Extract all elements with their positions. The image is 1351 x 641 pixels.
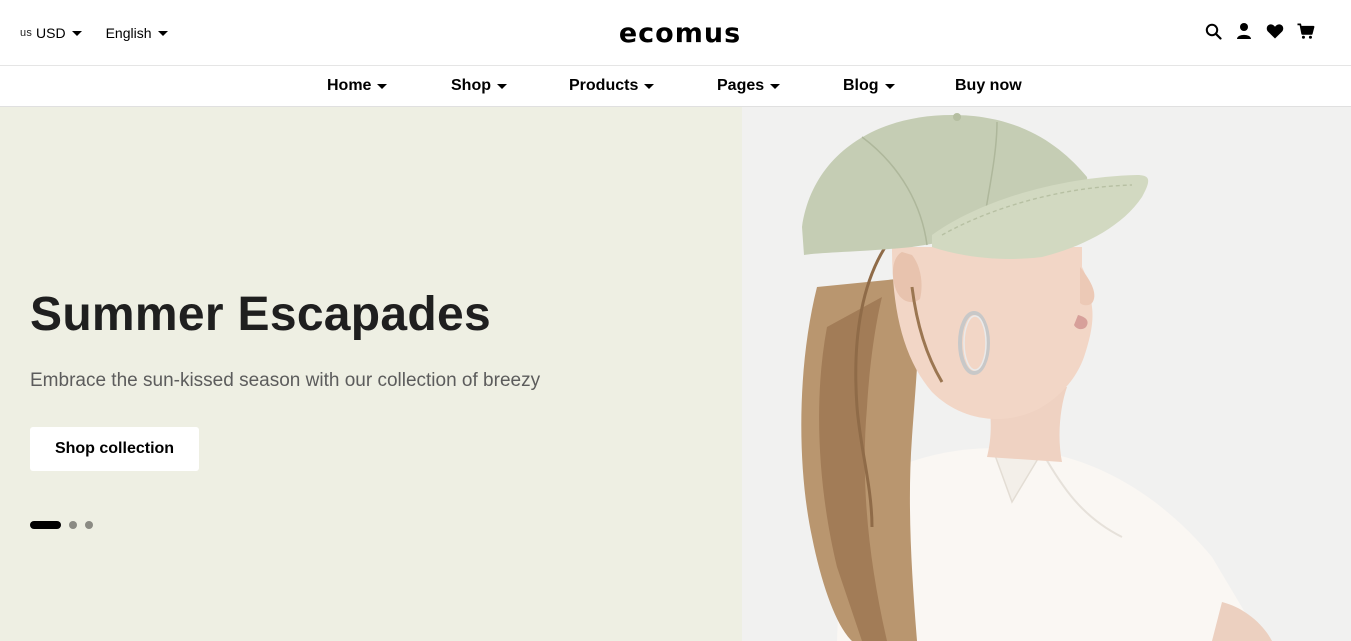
- nav-item-products[interactable]: Products: [569, 66, 655, 106]
- nav-item-shop[interactable]: Shop: [451, 66, 507, 106]
- nav-item-label: Products: [569, 77, 639, 94]
- language-selector[interactable]: English: [106, 25, 168, 41]
- nav-item-label: Pages: [717, 77, 765, 94]
- header-icons: [1204, 22, 1315, 40]
- hero-title: Summer Escapades: [30, 288, 492, 341]
- currency-label: USD: [36, 25, 66, 41]
- slider-dot-1[interactable]: [30, 521, 61, 529]
- language-label: English: [105, 25, 152, 41]
- shop-collection-button[interactable]: Shop collection: [30, 427, 199, 471]
- caret-down-icon: [377, 83, 388, 89]
- currency-flag: us: [20, 27, 33, 39]
- caret-down-icon: [884, 83, 895, 89]
- model-in-cap-illustration: [742, 107, 1351, 641]
- nav-item-buy-now[interactable]: Buy now: [955, 66, 1022, 106]
- caret-down-icon: [497, 83, 507, 89]
- caret-down-icon: [71, 30, 82, 36]
- hero-image: [742, 107, 1351, 641]
- caret-down-icon: [770, 83, 781, 89]
- logo[interactable]: ecomus: [580, 16, 780, 50]
- account-icon[interactable]: [1235, 22, 1253, 40]
- hero-text-panel: Summer Escapades Embrace the sun-kissed …: [0, 107, 742, 641]
- logo-text: ecomus: [618, 17, 742, 49]
- caret-down-icon: [157, 30, 168, 36]
- caret-down-icon: [644, 83, 655, 89]
- nav-item-blog[interactable]: Blog: [843, 66, 895, 106]
- top-header: us USD English ecomus: [0, 0, 1351, 66]
- header-selectors: us USD English: [20, 0, 168, 66]
- nav-item-label: Buy now: [955, 77, 1022, 94]
- wishlist-icon[interactable]: [1266, 22, 1284, 40]
- search-icon[interactable]: [1204, 22, 1222, 40]
- nav-item-home[interactable]: Home: [327, 66, 388, 106]
- nav-item-label: Shop: [451, 77, 491, 94]
- nav-item-label: Home: [327, 77, 372, 94]
- nav-item-label: Blog: [843, 77, 879, 94]
- slider-dot-3[interactable]: [85, 521, 93, 529]
- nav-item-pages[interactable]: Pages: [717, 66, 781, 106]
- slider-pagination: [30, 521, 93, 529]
- hero-slider: Summer Escapades Embrace the sun-kissed …: [0, 107, 1351, 641]
- hero-subtitle: Embrace the sun-kissed season with our c…: [30, 370, 541, 391]
- currency-selector[interactable]: us USD: [20, 25, 82, 41]
- cart-icon[interactable]: [1297, 22, 1315, 40]
- main-nav: Home Shop Products Pages Blog Buy now: [0, 66, 1351, 107]
- slider-dot-2[interactable]: [69, 521, 77, 529]
